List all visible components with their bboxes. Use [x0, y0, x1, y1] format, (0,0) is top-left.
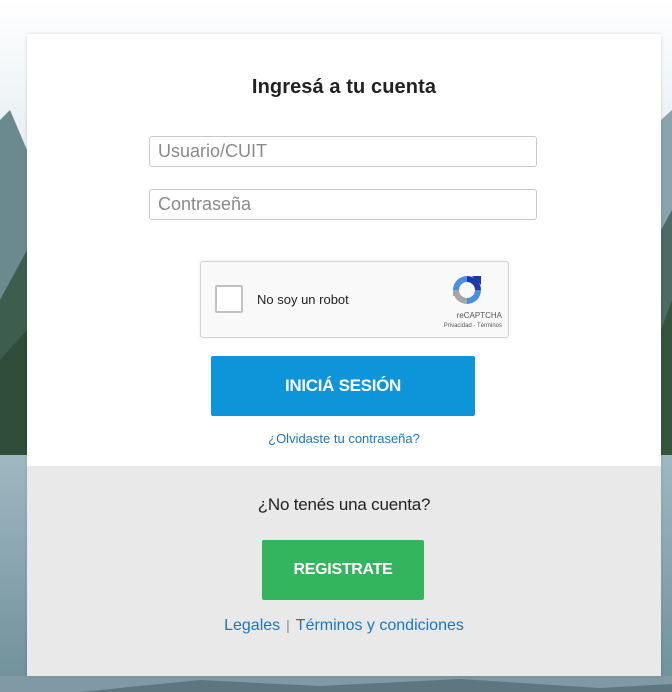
recaptcha-logo-icon: [450, 273, 484, 307]
footer-separator: |: [286, 617, 290, 633]
recaptcha-label: No soy un robot: [257, 292, 349, 307]
login-button[interactable]: INICIÁ SESIÓN: [211, 356, 475, 416]
password-input[interactable]: [149, 189, 537, 220]
forgot-password-link[interactable]: ¿Olvidaste tu contraseña?: [27, 431, 661, 446]
recaptcha-checkbox[interactable]: [215, 285, 243, 313]
recaptcha-widget: No soy un robot reCAPTCHA Privacidad - T…: [200, 261, 509, 338]
recaptcha-privacy-terms[interactable]: Privacidad - Términos: [444, 323, 502, 329]
recaptcha-brand: reCAPTCHA: [456, 311, 502, 320]
legal-link[interactable]: Legales: [224, 617, 280, 634]
page-title: Ingresá a tu cuenta: [251, 76, 437, 98]
register-button[interactable]: REGISTRATE: [262, 540, 424, 600]
footer-links: Legales | Términos y condiciones: [27, 617, 661, 635]
login-section: Ingresá a tu cuenta No soy un robot reCA…: [27, 34, 661, 466]
username-input[interactable]: [149, 136, 537, 167]
terms-link[interactable]: Términos y condiciones: [296, 617, 464, 634]
login-card: Ingresá a tu cuenta No soy un robot reCA…: [27, 34, 661, 676]
no-account-prompt: ¿No tenés una cuenta?: [257, 495, 431, 514]
